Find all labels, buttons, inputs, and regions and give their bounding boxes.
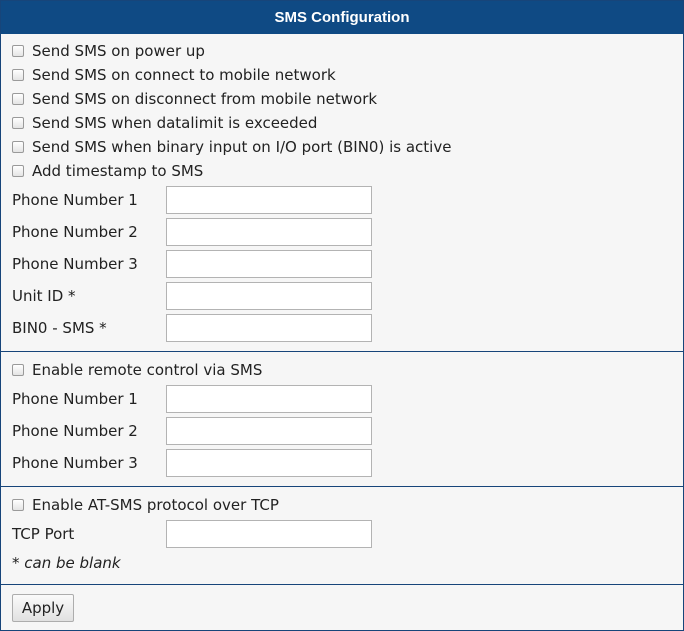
remote-phone-number-3-label: Phone Number 3 [12, 454, 138, 472]
checkbox-label: Send SMS on power up [32, 42, 205, 60]
send-on-power-up-checkbox[interactable] [12, 45, 24, 57]
checkbox-label: Enable AT-SMS protocol over TCP [32, 496, 279, 514]
checkbox-row-power-up[interactable]: Send SMS on power up [12, 41, 205, 61]
checkbox-label: Send SMS on disconnect from mobile netwo… [32, 90, 378, 108]
checkbox-row-remote-control[interactable]: Enable remote control via SMS [12, 360, 262, 380]
blank-note: * can be blank [12, 554, 121, 572]
tcp-port-label: TCP Port [12, 525, 75, 543]
phone-number-1-input[interactable] [166, 186, 372, 214]
phone-number-3-input[interactable] [166, 250, 372, 278]
panel-title: SMS Configuration [1, 1, 683, 34]
checkbox-label: Enable remote control via SMS [32, 361, 263, 379]
checkbox-row-disconnect[interactable]: Send SMS on disconnect from mobile netwo… [12, 89, 377, 109]
phone-number-2-label: Phone Number 2 [12, 223, 138, 241]
bin0-sms-label: BIN0 - SMS * [12, 319, 107, 337]
remote-phone-number-1-input[interactable] [166, 385, 372, 413]
apply-button[interactable]: Apply [12, 594, 74, 622]
remote-control-section: Enable remote control via SMS Phone Numb… [1, 352, 683, 487]
footer-section: Apply [1, 585, 683, 631]
remote-phone-number-1-label: Phone Number 1 [12, 390, 138, 408]
send-sms-section: Send SMS on power up Send SMS on connect… [1, 34, 683, 352]
phone-number-2-input[interactable] [166, 218, 372, 246]
send-on-datalimit-checkbox[interactable] [12, 117, 24, 129]
phone-number-3-label: Phone Number 3 [12, 255, 138, 273]
checkbox-label: Send SMS on connect to mobile network [32, 66, 336, 84]
unit-id-label: Unit ID * [12, 287, 76, 305]
sms-configuration-panel: SMS Configuration Send SMS on power up S… [0, 0, 684, 631]
tcp-port-input[interactable] [166, 520, 372, 548]
send-on-connect-checkbox[interactable] [12, 69, 24, 81]
unit-id-input[interactable] [166, 282, 372, 310]
checkbox-label: Send SMS when datalimit is exceeded [32, 114, 318, 132]
enable-at-sms-checkbox[interactable] [12, 499, 24, 511]
checkbox-row-timestamp[interactable]: Add timestamp to SMS [12, 161, 203, 181]
checkbox-label: Add timestamp to SMS [32, 162, 204, 180]
enable-remote-control-checkbox[interactable] [12, 364, 24, 376]
checkbox-row-datalimit[interactable]: Send SMS when datalimit is exceeded [12, 113, 317, 133]
send-on-disconnect-checkbox[interactable] [12, 93, 24, 105]
checkbox-row-binary-input[interactable]: Send SMS when binary input on I/O port (… [12, 137, 451, 157]
checkbox-row-connect[interactable]: Send SMS on connect to mobile network [12, 65, 336, 85]
send-on-binary-input-checkbox[interactable] [12, 141, 24, 153]
bin0-sms-input[interactable] [166, 314, 372, 342]
add-timestamp-checkbox[interactable] [12, 165, 24, 177]
checkbox-label: Send SMS when binary input on I/O port (… [32, 138, 452, 156]
checkbox-row-at-sms[interactable]: Enable AT-SMS protocol over TCP [12, 495, 279, 515]
remote-phone-number-2-input[interactable] [166, 417, 372, 445]
remote-phone-number-3-input[interactable] [166, 449, 372, 477]
remote-phone-number-2-label: Phone Number 2 [12, 422, 138, 440]
at-sms-tcp-section: Enable AT-SMS protocol over TCP TCP Port… [1, 487, 683, 585]
phone-number-1-label: Phone Number 1 [12, 191, 138, 209]
